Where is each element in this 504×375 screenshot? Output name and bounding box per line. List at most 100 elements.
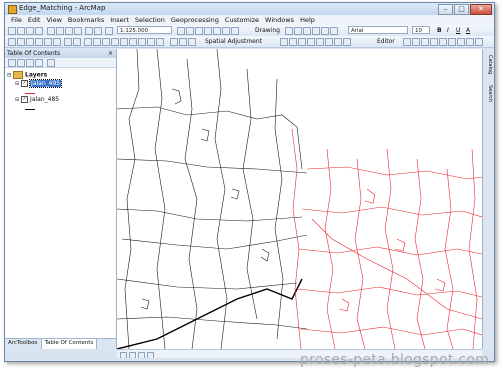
font-name-combo[interactable]: Arial (348, 26, 408, 34)
menu-bookmarks[interactable]: Bookmarks (65, 16, 107, 24)
options-icon[interactable] (47, 59, 55, 67)
menu-geoprocessing[interactable]: Geoprocessing (168, 16, 222, 24)
time-slider-icon[interactable] (156, 38, 164, 46)
clear-selection-icon[interactable] (93, 38, 101, 46)
menu-edit[interactable]: Edit (25, 16, 44, 24)
rotate-icon[interactable] (294, 27, 302, 35)
title-bar[interactable]: Edge_Matching - ArcMap – □ ✕ (5, 3, 494, 15)
undo-icon[interactable] (85, 27, 93, 35)
add-data-icon[interactable] (105, 27, 113, 35)
copy-icon[interactable] (56, 27, 64, 35)
back-extent-icon[interactable] (64, 38, 72, 46)
list-by-drawing-order-icon[interactable] (8, 59, 16, 67)
attributes-icon[interactable] (457, 38, 465, 46)
multiple-displacement-icon[interactable] (307, 38, 315, 46)
html-popup-icon[interactable] (147, 38, 155, 46)
collapse-icon[interactable]: ⊟ (15, 81, 19, 87)
editor-toolbar-icon[interactable] (177, 27, 185, 35)
modelbuilder-icon[interactable] (231, 27, 239, 35)
scale-combo[interactable]: 1:125.000 (117, 26, 172, 34)
layers-frame[interactable]: ⊟ Layers (7, 71, 47, 80)
cut-icon[interactable] (47, 27, 55, 35)
font-color-button[interactable]: A (466, 26, 470, 35)
close-button[interactable]: ✕ (470, 4, 492, 15)
list-by-selection-icon[interactable] (35, 59, 43, 67)
fixed-zoom-in-icon[interactable] (44, 38, 52, 46)
layer-symbol-swatch[interactable] (25, 109, 35, 110)
view-link-table-icon[interactable] (343, 38, 351, 46)
toc-window-icon[interactable] (186, 27, 194, 35)
menu-customize[interactable]: Customize (222, 16, 262, 24)
attribute-transfer-icon[interactable] (334, 38, 342, 46)
minimize-button[interactable]: – (438, 4, 453, 15)
new-link-icon[interactable] (289, 38, 297, 46)
new-document-icon[interactable] (8, 27, 16, 35)
editor-menu[interactable]: Editor (377, 37, 395, 46)
split-icon[interactable] (439, 38, 447, 46)
rectangle-icon[interactable] (303, 27, 311, 35)
layout-tool-icon[interactable] (170, 38, 178, 46)
text-icon[interactable] (312, 27, 320, 35)
list-by-source-icon[interactable] (17, 59, 25, 67)
layer-symbol-swatch[interactable] (25, 93, 35, 94)
catalog-window-icon[interactable] (195, 27, 203, 35)
select-elements-icon-2[interactable] (102, 38, 110, 46)
menu-windows[interactable]: Windows (262, 16, 297, 24)
map-display[interactable] (117, 49, 482, 349)
paste-icon[interactable] (65, 27, 73, 35)
tab-table-of-contents[interactable]: Table Of Contents (41, 339, 98, 349)
layout-tool-icon-2[interactable] (179, 38, 187, 46)
maximize-button[interactable]: □ (454, 4, 469, 15)
straight-segment-icon[interactable] (412, 38, 420, 46)
zoom-out-icon[interactable] (17, 38, 25, 46)
menu-insert[interactable]: Insert (107, 16, 132, 24)
adjust-tool-icon[interactable] (280, 38, 288, 46)
collapse-icon[interactable]: ⊟ (7, 73, 11, 79)
road-network-map[interactable] (117, 49, 482, 349)
tab-search[interactable]: Search (484, 85, 493, 102)
arctoolbox-icon[interactable] (213, 27, 221, 35)
menu-selection[interactable]: Selection (132, 16, 168, 24)
rotate-edit-icon[interactable] (448, 38, 456, 46)
select-features-icon[interactable] (84, 38, 92, 46)
edge-match-icon[interactable] (325, 38, 333, 46)
layer-row-jalan-485[interactable]: ⊟ ✓ Jalan_485 (15, 96, 59, 104)
fill-color-icon[interactable] (321, 27, 329, 35)
tab-catalog[interactable]: Catalog (484, 55, 493, 74)
bold-button[interactable]: B (437, 26, 442, 35)
list-by-visibility-icon[interactable] (26, 59, 34, 67)
layer-visibility-checkbox[interactable]: ✓ (21, 80, 29, 87)
new-limited-adjustment-icon[interactable] (316, 38, 324, 46)
line-color-icon[interactable] (330, 27, 338, 35)
identify-icon[interactable] (111, 38, 119, 46)
modify-link-icon[interactable] (298, 38, 306, 46)
python-icon[interactable] (222, 27, 230, 35)
layer-visibility-checkbox[interactable]: ✓ (21, 96, 29, 103)
italic-button[interactable]: I (447, 26, 449, 35)
find-icon[interactable] (120, 38, 128, 46)
menu-file[interactable]: File (8, 16, 25, 24)
menu-help[interactable]: Help (297, 16, 318, 24)
pan-icon[interactable] (26, 38, 34, 46)
trace-icon[interactable] (421, 38, 429, 46)
font-size-combo[interactable]: 10 (412, 26, 430, 34)
save-icon[interactable] (26, 27, 34, 35)
spatial-adjustment-menu[interactable]: Spatial Adjustment (205, 37, 262, 46)
hyperlink-icon[interactable] (138, 38, 146, 46)
layer-name[interactable]: Jalan_485 (30, 96, 59, 103)
sketch-properties-icon[interactable] (466, 38, 474, 46)
select-elements-icon[interactable] (285, 27, 293, 35)
redo-icon[interactable] (94, 27, 102, 35)
layer-name[interactable]: Jalan_495 (29, 79, 63, 88)
full-extent-icon[interactable] (35, 38, 43, 46)
menu-view[interactable]: View (43, 16, 64, 24)
underline-button[interactable]: U (456, 26, 460, 35)
print-icon[interactable] (35, 27, 43, 35)
tab-arctoolbox[interactable]: ArcToolbox (5, 339, 42, 349)
layer-row-jalan-495[interactable]: ⊟ ✓ Jalan_495 (15, 79, 63, 88)
measure-icon[interactable] (129, 38, 137, 46)
edit-tool-icon[interactable] (403, 38, 411, 46)
open-icon[interactable] (17, 27, 25, 35)
create-features-icon[interactable] (475, 38, 483, 46)
drawing-menu[interactable]: Drawing (255, 26, 280, 35)
